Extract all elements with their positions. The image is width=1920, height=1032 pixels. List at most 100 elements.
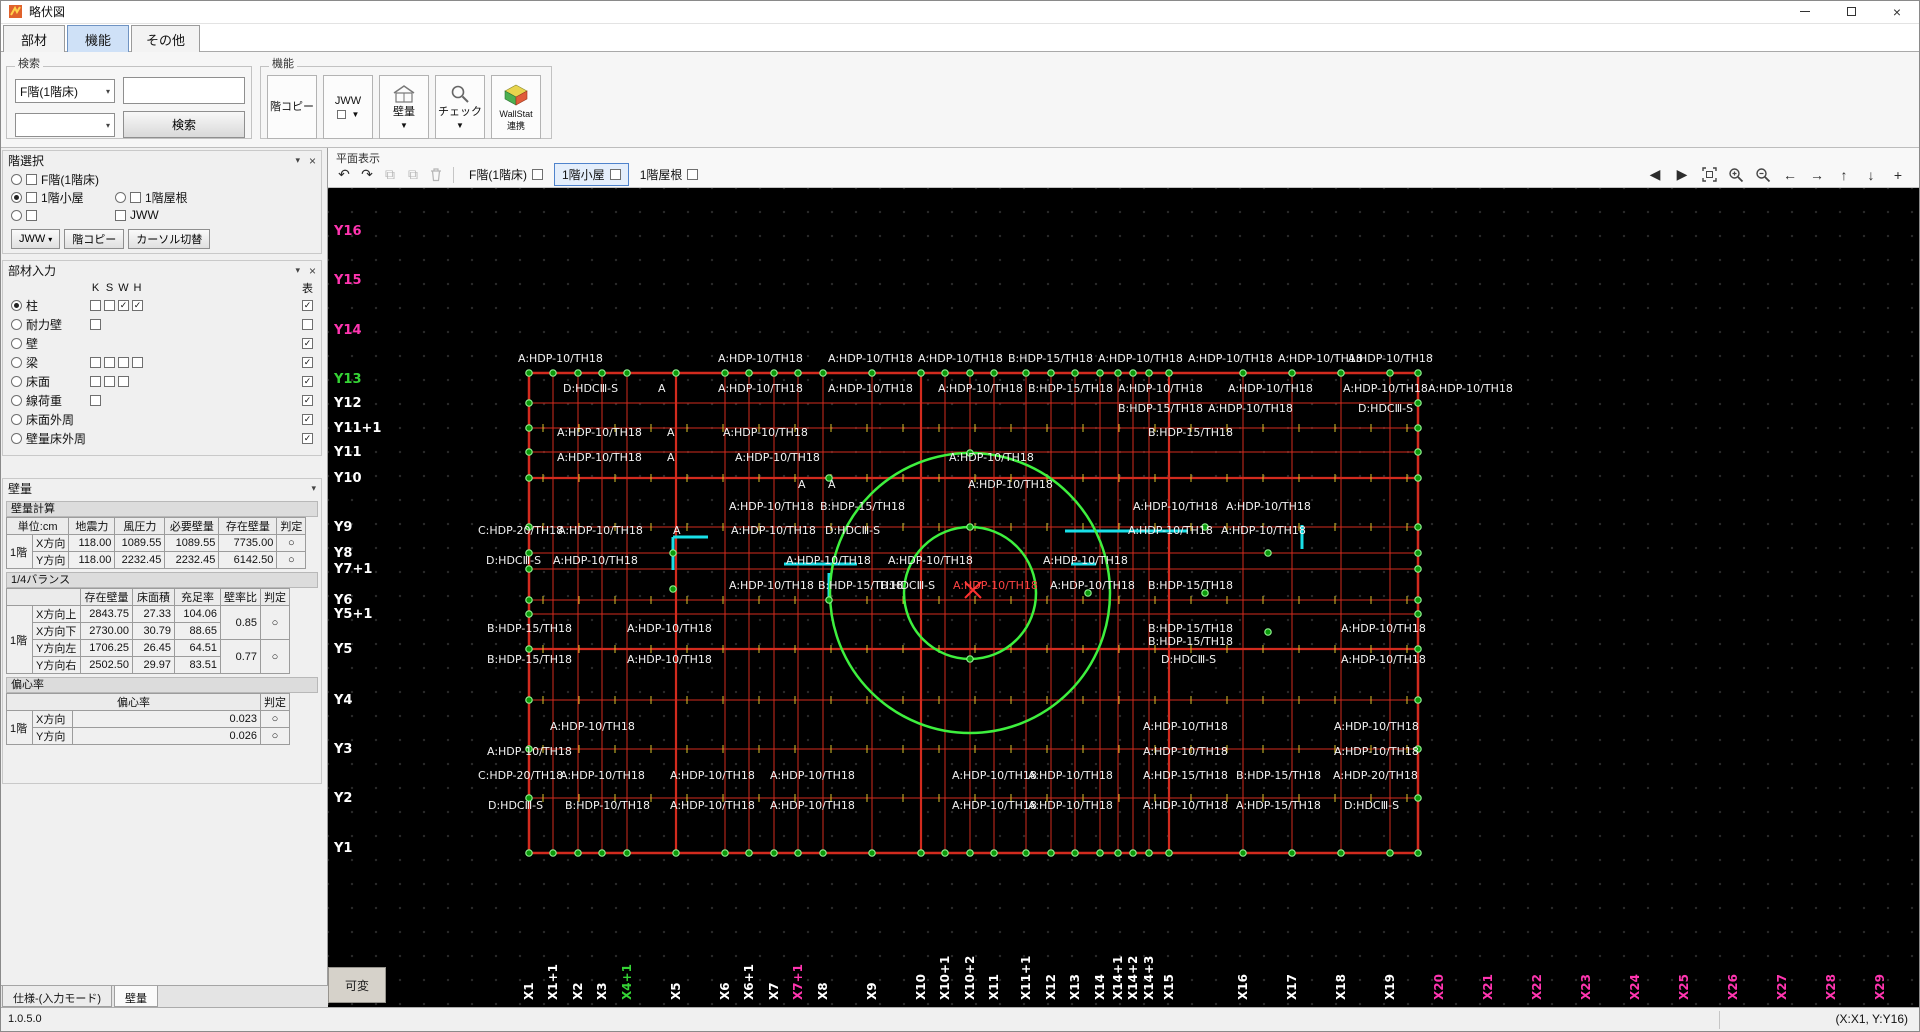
floor-checkbox-koya[interactable] (26, 191, 37, 203)
part-checkbox[interactable] (104, 357, 115, 368)
close-icon[interactable]: × (309, 264, 316, 278)
part-radio[interactable] (11, 338, 22, 349)
search-input[interactable] (123, 77, 245, 104)
floor-radio-extra[interactable] (11, 209, 22, 221)
zoom-step-icon[interactable]: + (1888, 165, 1908, 185)
part-checkbox[interactable] (90, 357, 101, 368)
anchor-label: A:HDP-10/TH18 (953, 579, 1038, 592)
variable-mode-box[interactable]: 可変 (328, 967, 386, 1003)
copy-icon[interactable]: ⧉ (380, 165, 400, 185)
tab-wall-quantity[interactable]: 壁量 (114, 986, 158, 1007)
layer-toggle-yane[interactable]: 1階屋根 (632, 163, 707, 186)
part-checkbox[interactable] (90, 319, 101, 330)
jww-button[interactable]: JWW ▼ (323, 75, 373, 139)
collapse-icon[interactable]: ▾ (311, 483, 316, 494)
close-icon[interactable]: × (309, 154, 316, 168)
part-checkbox[interactable] (118, 376, 129, 387)
part-checkbox[interactable]: ✓ (118, 300, 129, 311)
part-radio[interactable] (11, 376, 22, 387)
wall-quantity-button[interactable]: 壁量 ▼ (379, 75, 429, 139)
paste-icon[interactable]: ⧉ (403, 165, 423, 185)
part-radio[interactable] (11, 319, 22, 330)
part-label: 床面外周 (26, 413, 75, 427)
floor-copy-small-button[interactable]: 階コピー (64, 229, 125, 249)
part-radio[interactable] (11, 433, 22, 444)
part-checkbox[interactable] (104, 376, 115, 387)
part-show-checkbox[interactable]: ✓ (302, 338, 313, 349)
part-show-checkbox[interactable]: ✓ (302, 376, 313, 387)
redo-icon[interactable]: ↷ (357, 165, 377, 185)
floor-checkbox-f1[interactable] (26, 173, 37, 185)
close-button[interactable]: × (1874, 0, 1920, 23)
part-radio[interactable] (11, 395, 22, 406)
dropdown-icon[interactable]: ▼ (352, 110, 360, 119)
delete-icon[interactable] (426, 165, 446, 185)
part-show-checkbox[interactable]: ✓ (302, 433, 313, 444)
pan-left-icon[interactable]: ← (1780, 165, 1800, 185)
part-show-checkbox[interactable]: ✓ (302, 395, 313, 406)
collapse-icon[interactable]: ▾ (295, 265, 300, 276)
check-button[interactable]: チェック ▼ (435, 75, 485, 139)
x-axis-label: X3 (595, 982, 609, 1000)
undo-icon[interactable]: ↶ (334, 165, 354, 185)
part-checkbox[interactable] (90, 376, 101, 387)
pan-right-icon[interactable]: → (1807, 165, 1827, 185)
part-checkbox[interactable] (90, 300, 101, 311)
tab-spec-input-mode[interactable]: 仕様-(入力モード) (2, 986, 112, 1007)
tab-functions[interactable]: 機能 (67, 25, 129, 52)
fit-view-icon[interactable] (1699, 165, 1719, 185)
layer-checkbox[interactable] (687, 169, 699, 180)
part-radio[interactable] (11, 414, 22, 425)
layer-toggle-f1[interactable]: F階(1階床) (461, 163, 551, 186)
pan-up-icon[interactable]: ↑ (1834, 165, 1854, 185)
floor-panel-title: 階選択 (8, 154, 45, 168)
y-axis-label: Y4 (333, 693, 352, 708)
tab-others[interactable]: その他 (131, 25, 201, 52)
part-radio[interactable] (11, 357, 22, 368)
part-show-checkbox[interactable] (302, 319, 313, 330)
floor-filter-select[interactable]: F階(1階床) ▾ (15, 79, 115, 103)
y-axis-label: Y5+1 (333, 607, 372, 622)
prev-page-icon[interactable]: ◀ (1645, 165, 1665, 185)
dropdown-icon[interactable]: ▼ (400, 121, 408, 130)
layer-toggle-koya[interactable]: 1階小屋 (554, 163, 629, 186)
collapse-icon[interactable]: ▾ (295, 155, 300, 166)
floor-radio-koya[interactable] (11, 191, 22, 203)
part-checkbox[interactable]: ✓ (132, 300, 143, 311)
jww-checkbox[interactable] (336, 110, 346, 120)
part-checkbox[interactable] (104, 300, 115, 311)
layer-checkbox[interactable] (532, 169, 543, 180)
dropdown-icon[interactable]: ▼ (456, 121, 464, 130)
part-show-checkbox[interactable]: ✓ (302, 414, 313, 425)
part-checkbox[interactable] (90, 395, 101, 406)
next-page-icon[interactable]: ▶ (1672, 165, 1692, 185)
zoom-out-icon[interactable] (1753, 165, 1773, 185)
wallstat-button[interactable]: WallStat 連携 (491, 75, 541, 139)
part-radio[interactable] (11, 300, 22, 311)
tab-parts[interactable]: 部材 (3, 25, 65, 52)
jww-menu-button[interactable]: JWW ▾ (11, 229, 61, 249)
maximize-button[interactable] (1828, 0, 1874, 23)
cursor-toggle-button[interactable]: カーソル切替 (128, 229, 211, 249)
floor-copy-button[interactable]: 階コピー (267, 75, 317, 139)
search-group-label: 検索 (15, 59, 43, 70)
zoom-in-icon[interactable] (1726, 165, 1746, 185)
part-checkbox[interactable] (132, 357, 143, 368)
floor-checkbox-yane[interactable] (130, 191, 141, 203)
floor-radio-yane[interactable] (115, 191, 126, 203)
part-checkbox[interactable] (118, 357, 129, 368)
part-show-checkbox[interactable]: ✓ (302, 357, 313, 368)
cad-canvas[interactable]: A:HDP-10/TH18 A:HDP-10/TH18 A:HDP-10/TH18 A… (328, 188, 1920, 1007)
minimize-button[interactable] (1782, 0, 1828, 23)
floor-checkbox-extra[interactable] (26, 209, 37, 221)
anchor-label: A:HDP-10/TH18 (723, 426, 808, 439)
jww-layer-checkbox[interactable] (115, 209, 126, 221)
floor-radio-f1[interactable] (11, 173, 22, 185)
secondary-select[interactable]: ▾ (15, 113, 115, 137)
pan-down-icon[interactable]: ↓ (1861, 165, 1881, 185)
part-show-checkbox[interactable]: ✓ (302, 300, 313, 311)
layer-checkbox[interactable] (609, 169, 621, 180)
x-axis-label: X22 (1530, 974, 1544, 1000)
search-button[interactable]: 検索 (123, 111, 245, 138)
anchor-dot (1114, 849, 1122, 857)
